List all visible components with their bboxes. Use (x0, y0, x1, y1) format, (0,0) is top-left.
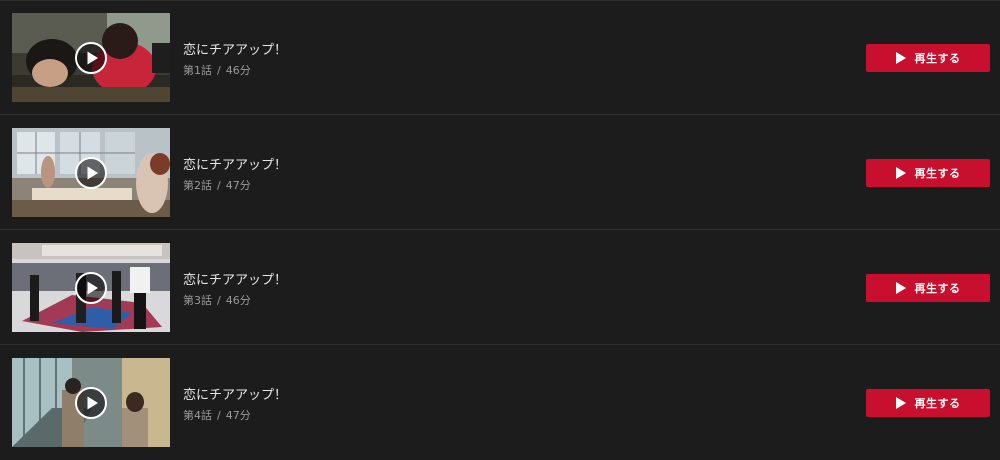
play-button[interactable]: 再生する (866, 159, 990, 187)
play-button[interactable]: 再生する (866, 389, 990, 417)
play-triangle-icon (895, 397, 906, 409)
episode-title: 恋にチアアップ！ (183, 158, 288, 173)
play-triangle-icon (895, 52, 906, 64)
episode-thumbnail-4[interactable] (12, 358, 170, 447)
play-button-label: 再生する (914, 397, 961, 410)
episode-duration: 46分 (225, 64, 251, 77)
episode-row-1: 恋にチアアップ！ 第1話 / 46分 再生する (0, 0, 1000, 115)
play-button[interactable]: 再生する (866, 44, 990, 72)
play-button-label: 再生する (914, 282, 961, 295)
episode-duration: 46分 (225, 294, 251, 307)
episode-number: 第3話 (183, 294, 212, 307)
meta-separator: / (217, 294, 221, 307)
episode-number: 第4話 (183, 409, 212, 422)
play-button-label: 再生する (914, 167, 961, 180)
episode-meta: 第4話 / 47分 (183, 407, 251, 423)
play-circle-icon (75, 272, 107, 304)
episode-duration: 47分 (225, 409, 251, 422)
episode-title: 恋にチアアップ！ (183, 43, 288, 58)
play-circle-icon (75, 157, 107, 189)
episode-number: 第2話 (183, 179, 212, 192)
episode-number: 第1話 (183, 64, 212, 77)
meta-separator: / (217, 64, 221, 77)
episode-row-4: 恋にチアアップ！ 第4話 / 47分 再生する (0, 345, 1000, 460)
meta-separator: / (217, 409, 221, 422)
episode-title: 恋にチアアップ！ (183, 273, 288, 288)
episode-thumbnail-2[interactable] (12, 128, 170, 217)
episode-thumbnail-3[interactable] (12, 243, 170, 332)
play-triangle-icon (895, 282, 906, 294)
episode-duration: 47分 (225, 179, 251, 192)
play-circle-icon (75, 42, 107, 74)
play-button[interactable]: 再生する (866, 274, 990, 302)
episode-thumbnail-1[interactable] (12, 13, 170, 102)
play-button-label: 再生する (914, 52, 961, 65)
episode-title: 恋にチアアップ！ (183, 388, 288, 403)
episode-meta: 第2話 / 47分 (183, 177, 251, 193)
episode-row-2: 恋にチアアップ！ 第2話 / 47分 再生する (0, 115, 1000, 230)
episode-meta: 第1話 / 46分 (183, 62, 251, 78)
play-circle-icon (75, 387, 107, 419)
episode-meta: 第3話 / 46分 (183, 292, 251, 308)
meta-separator: / (217, 179, 221, 192)
play-triangle-icon (895, 167, 906, 179)
episode-row-3: 恋にチアアップ！ 第3話 / 46分 再生する (0, 230, 1000, 345)
